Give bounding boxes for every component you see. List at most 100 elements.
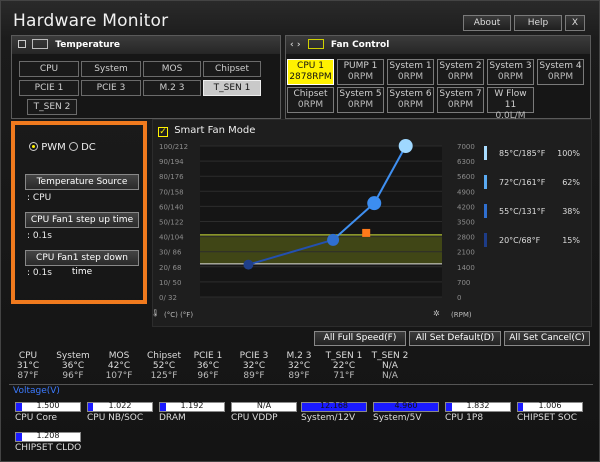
reading-f: 87°F [17, 371, 39, 381]
reading-cpu: CPU 31°C 87°F [15, 351, 41, 381]
legend-percent: 100% [557, 149, 580, 158]
reading-f: 96°F [197, 371, 219, 381]
legend-swatch [484, 233, 487, 247]
reading-f: 89°F [288, 371, 310, 381]
legend-label: 20°C/68°F [499, 236, 541, 245]
reading-c: N/A [382, 361, 398, 371]
legend-label: 72°C/161°F [499, 178, 546, 187]
voltage-value: N/A [256, 401, 272, 410]
y-left-tick-label: 60/140 [159, 203, 184, 211]
reading-tsen2: T_SEN 2 N/A N/A [370, 351, 410, 381]
curve-point[interactable] [398, 139, 413, 153]
right-unit-label: (RPM) [451, 311, 472, 319]
legend-swatch [484, 175, 487, 189]
y-right-tick-label: 700 [457, 279, 470, 287]
y-left-tick-label: 70/158 [159, 188, 184, 196]
y-right-tick-label: 0 [457, 294, 461, 302]
legend-swatch [484, 146, 487, 160]
fan-curve-chart[interactable]: 100/212 90/194 80/176 70/158 60/140 50/122 40/… [1, 1, 600, 462]
reading-name: CPU [18, 351, 38, 361]
reading-f: 96°F [62, 371, 84, 381]
y-left-tick-label: 30/ 86 [159, 249, 182, 257]
reading-name: Chipset [147, 351, 181, 361]
reading-name: PCIE 1 [193, 351, 223, 361]
reading-c: 22°C [332, 361, 356, 371]
voltage-header: Voltage(V) [13, 386, 60, 396]
y-right-tick-label: 7000 [457, 143, 475, 151]
reading-c: 36°C [196, 361, 220, 371]
reading-tsen1: T_SEN 1 22°C 71°F [324, 351, 364, 381]
y-left-tick-label: 10/ 50 [159, 279, 181, 287]
voltage-value: 1.192 [180, 401, 204, 410]
voltage-value: 1.832 [466, 401, 490, 410]
reading-f: 71°F [333, 371, 355, 381]
legend-percent: 62% [562, 178, 580, 187]
voltage-value: 1.022 [108, 401, 132, 410]
curve-point[interactable] [367, 196, 382, 211]
fan-icon: ✲ [433, 309, 440, 318]
y-right-tick-label: 4200 [457, 203, 475, 211]
y-left-tick-label: 90/194 [159, 158, 184, 166]
hardware-monitor-window: Hardware Monitor About Help X Temperatur… [0, 0, 600, 462]
y-left-tick-label: 20/ 68 [159, 264, 181, 272]
reading-mos: MOS 42°C 107°F [104, 351, 134, 381]
y-right-tick-label: 5600 [457, 173, 475, 181]
current-temp-band [200, 234, 442, 264]
reading-c: 36°C [61, 361, 85, 371]
y-right-tick-label: 2100 [457, 249, 475, 257]
all-set-cancel-button[interactable]: All Set Cancel(C) [504, 331, 590, 346]
y-right-tick-label: 6300 [457, 158, 475, 166]
reading-m2-3: M.2 3 32°C 89°F [285, 351, 313, 381]
voltage-label: CHIPSET CLDO [15, 443, 82, 453]
y-left-tick-label: 0/ 32 [159, 294, 177, 302]
voltage-value: 4.960 [394, 401, 418, 410]
voltage-label: System/12V [301, 413, 356, 423]
y-left-tick-label: 100/212 [159, 143, 188, 151]
reading-name: System [56, 351, 90, 361]
voltage-label: CPU VDDP [231, 413, 278, 423]
all-set-default-button[interactable]: All Set Default(D) [409, 331, 501, 346]
voltage-value: 1.500 [36, 401, 60, 410]
curve-point[interactable] [243, 259, 254, 270]
reading-chipset: Chipset 52°C 125°F [146, 351, 182, 381]
voltage-divider [9, 384, 593, 385]
voltage-label: CPU Core [15, 413, 57, 423]
reading-c: 42°C [107, 361, 131, 371]
reading-f: 125°F [150, 371, 178, 381]
reading-name: T_SEN 1 [325, 351, 363, 361]
left-unit-label: (°C) (°F) [164, 311, 194, 319]
reading-name: M.2 3 [286, 351, 312, 361]
voltage-value: 1.208 [36, 431, 60, 440]
voltage-label: CHIPSET SOC [517, 413, 577, 423]
legend-swatch [484, 204, 487, 218]
reading-name: PCIE 3 [239, 351, 269, 361]
curve-point[interactable] [327, 233, 340, 246]
current-temp-marker [362, 228, 371, 237]
reading-f: 107°F [105, 371, 133, 381]
y-right-tick-label: 3500 [457, 219, 475, 227]
reading-system: System 36°C 96°F [56, 351, 90, 381]
legend-label: 85°C/185°F [499, 149, 546, 158]
voltage-label: CPU 1P8 [445, 413, 484, 423]
y-left-tick-label: 40/104 [159, 234, 184, 242]
y-right-tick-label: 4900 [457, 188, 475, 196]
voltage-value: 1.006 [538, 401, 562, 410]
legend-percent: 15% [562, 236, 580, 245]
legend-label: 55°C/131°F [499, 207, 546, 216]
temp-units-icon: 🌡 [151, 309, 160, 317]
voltage-value: 12.168 [320, 401, 348, 410]
reading-pcie3: PCIE 3 32°C 89°F [237, 351, 271, 381]
voltage-label: System/5V [373, 413, 422, 423]
all-full-speed-button[interactable]: All Full Speed(F) [314, 331, 406, 346]
y-right-tick-label: 1400 [457, 264, 475, 272]
reading-c: 32°C [242, 361, 266, 371]
reading-pcie1: PCIE 1 36°C 96°F [193, 351, 223, 381]
reading-name: MOS [108, 351, 130, 361]
reading-c: 31°C [16, 361, 40, 371]
voltage-label: CPU NB/SOC [87, 413, 144, 423]
reading-c: 32°C [287, 361, 311, 371]
legend-percent: 38% [562, 207, 580, 216]
reading-c: 52°C [152, 361, 176, 371]
voltage-label: DRAM [159, 413, 186, 423]
y-left-tick-label: 50/122 [159, 219, 184, 227]
